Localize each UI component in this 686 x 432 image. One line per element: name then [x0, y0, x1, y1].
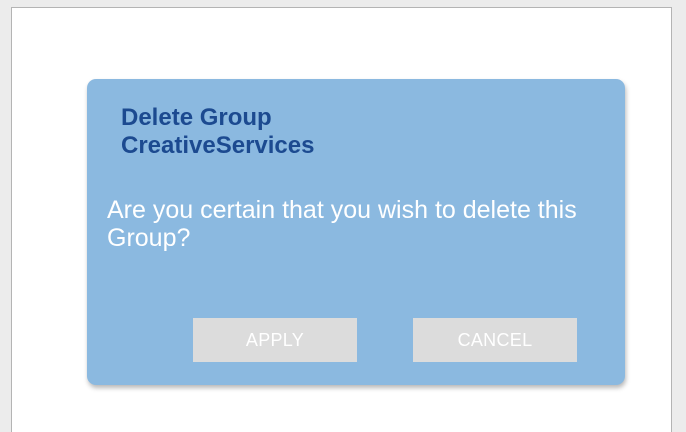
apply-button[interactable]: APPLY	[193, 318, 357, 362]
dialog-title: Delete Group CreativeServices	[121, 104, 314, 160]
dialog-title-group-name: CreativeServices	[121, 132, 315, 159]
delete-group-dialog: Delete Group CreativeServices Are you ce…	[87, 79, 625, 385]
cancel-button[interactable]: CANCEL	[413, 318, 577, 362]
dialog-title-action: Delete Group	[121, 104, 272, 131]
dialog-message: Are you certain that you wish to delete …	[107, 196, 577, 252]
content-frame: Delete Group CreativeServices Are you ce…	[11, 7, 672, 432]
